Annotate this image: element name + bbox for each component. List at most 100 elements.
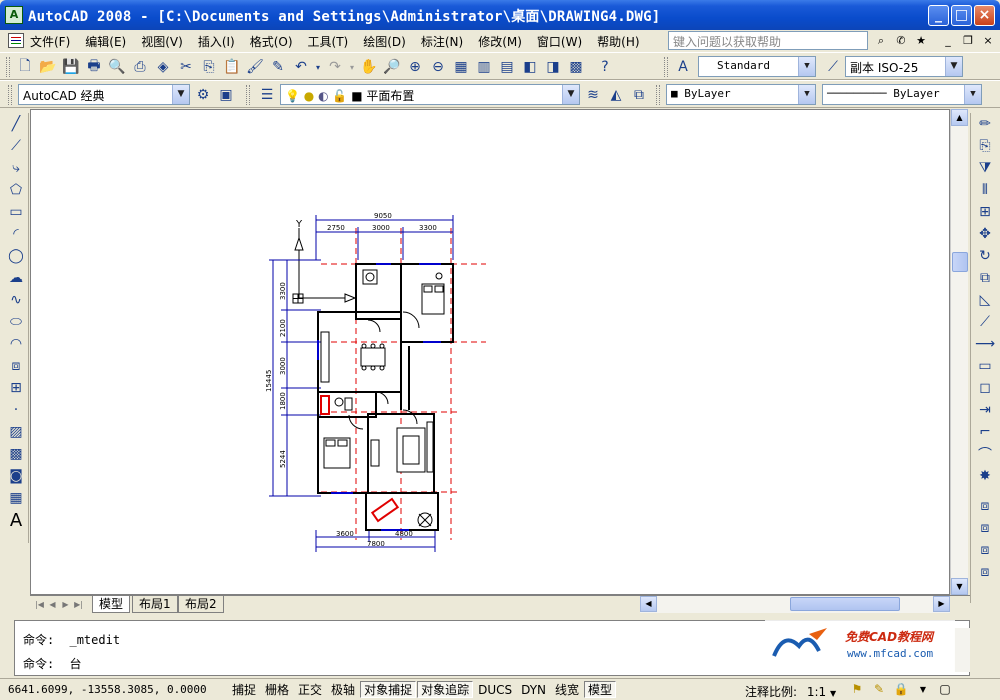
open-file-icon[interactable]: 📂 — [37, 56, 59, 78]
menu-item[interactable]: 插入(I) — [198, 33, 235, 50]
layer-previous-icon[interactable]: ◭ — [605, 84, 627, 106]
tool-palettes-icon[interactable]: ▤ — [496, 56, 518, 78]
auto-scale-icon[interactable]: ✎ — [870, 681, 888, 698]
layer-manager-icon[interactable]: ☰ — [256, 84, 278, 106]
menu-item[interactable]: 编辑(E) — [85, 33, 126, 50]
menu-item[interactable]: 文件(F) — [30, 33, 70, 50]
bring-above-icon[interactable]: ⧈ — [971, 539, 999, 561]
point-icon[interactable]: · — [3, 399, 29, 421]
toolbar-grip[interactable] — [8, 85, 12, 105]
next-tab-icon[interactable]: ▶ — [59, 598, 72, 611]
text-style-icon[interactable]: A — [672, 56, 694, 78]
print-preview-icon[interactable]: 🔍 — [106, 56, 128, 78]
status-toggle-button[interactable]: 捕捉 — [228, 681, 260, 698]
publish-icon[interactable]: ⎙ — [129, 56, 151, 78]
make-block-icon[interactable]: ⊞ — [3, 377, 29, 399]
toolbar-lock-icon[interactable]: 🔒 — [892, 681, 910, 698]
annotation-visibility-icon[interactable]: ⚑ — [848, 681, 866, 698]
color-select[interactable]: ■ ByLayer ▼ — [666, 84, 816, 105]
layer-select[interactable]: 💡 ● ◐ 🔓 ■ 平面布置 ▼ — [280, 84, 580, 105]
doc-restore-button[interactable]: ❐ — [960, 33, 976, 48]
workspace-select[interactable]: AutoCAD 经典 ▼ — [18, 84, 190, 105]
calculator-icon[interactable]: ▩ — [565, 56, 587, 78]
break-at-point-icon[interactable]: ▭ — [971, 355, 999, 377]
spline-icon[interactable]: ∿ — [3, 289, 29, 311]
tab-model[interactable]: 模型 — [92, 596, 131, 613]
3d-dwf-icon[interactable]: ◈ — [152, 56, 174, 78]
scroll-down-icon[interactable]: ▼ — [951, 578, 968, 595]
prev-tab-icon[interactable]: ◀ — [46, 598, 59, 611]
move-icon[interactable]: ✥ — [971, 223, 999, 245]
tab-layout1[interactable]: 布局1 — [132, 596, 178, 613]
status-toggle-button[interactable]: DUCS — [474, 681, 516, 698]
make-object-layer-current-icon[interactable]: ≋ — [582, 84, 604, 106]
break-icon[interactable]: ◻ — [971, 377, 999, 399]
chevron-down-icon[interactable]: ▼ — [798, 57, 815, 76]
block-editor-icon[interactable]: ✎ — [267, 56, 289, 78]
join-icon[interactable]: ⇥ — [971, 399, 999, 421]
redo-icon[interactable]: ↷ — [324, 56, 346, 78]
toolbar-grip[interactable] — [664, 57, 668, 77]
circle-icon[interactable]: ◯ — [3, 245, 29, 267]
menu-item[interactable]: 格式(O) — [250, 33, 293, 50]
linetype-select[interactable]: ───────── ByLayer ▼ — [822, 84, 982, 105]
menu-item[interactable]: 帮助(H) — [597, 33, 639, 50]
copy-object-icon[interactable]: ⎘ — [971, 135, 999, 157]
first-tab-icon[interactable]: |◀ — [33, 598, 46, 611]
document-icon[interactable] — [8, 33, 24, 48]
toolbar-grip[interactable] — [656, 85, 660, 105]
chamfer-icon[interactable]: ⌐ — [971, 421, 999, 443]
status-toggle-button[interactable]: DYN — [517, 681, 550, 698]
zoom-window-icon[interactable]: ⊕ — [404, 56, 426, 78]
extend-icon[interactable]: ⟶ — [971, 333, 999, 355]
insert-block-icon[interactable]: ⧈ — [3, 355, 29, 377]
rectangle-icon[interactable]: ▭ — [3, 201, 29, 223]
hatch-icon[interactable]: ▨ — [3, 421, 29, 443]
multiline-text-icon[interactable]: A — [3, 509, 29, 531]
copy-icon[interactable]: ⎘ — [198, 56, 220, 78]
toolbar-grip[interactable] — [246, 85, 250, 105]
chevron-down-icon[interactable]: ▼ — [964, 85, 981, 104]
menu-item[interactable]: 修改(M) — [478, 33, 522, 50]
menu-item[interactable]: 工具(T) — [308, 33, 349, 50]
chevron-down-icon[interactable]: ▼ — [172, 85, 189, 104]
doc-close-button[interactable]: × — [980, 33, 996, 48]
doc-minimize-button[interactable]: _ — [940, 33, 956, 48]
coordinates-readout[interactable]: 6641.6099, -13558.3085, 0.0000 — [8, 683, 207, 696]
last-tab-icon[interactable]: ▶| — [72, 598, 85, 611]
scrollbar-thumb[interactable] — [790, 597, 900, 611]
autocad-icon[interactable]: A — [5, 6, 23, 24]
status-toggle-button[interactable]: 栅格 — [261, 681, 293, 698]
workspace-settings-icon[interactable]: ⚙ — [192, 84, 214, 106]
scroll-up-icon[interactable]: ▲ — [951, 109, 968, 126]
chevron-down-icon[interactable]: ▼ — [830, 689, 836, 698]
status-toggle-button[interactable]: 模型 — [584, 681, 617, 698]
send-under-icon[interactable]: ⧈ — [971, 561, 999, 583]
search-icon[interactable]: ⌕ — [872, 32, 890, 50]
clean-screen-icon[interactable]: ▢ — [936, 681, 954, 698]
undo-icon[interactable]: ↶ — [290, 56, 312, 78]
my-workspace-icon[interactable]: ▣ — [215, 84, 237, 106]
array-icon[interactable]: ⊞ — [971, 201, 999, 223]
horizontal-scrollbar[interactable]: ◀ ▶ — [640, 596, 950, 613]
menu-item[interactable]: 视图(V) — [141, 33, 183, 50]
vertical-scrollbar[interactable]: ▲ ▼ — [950, 109, 968, 595]
maximize-button[interactable]: □ — [951, 5, 972, 26]
chevron-down-icon[interactable]: ▼ — [798, 85, 815, 104]
chevron-down-icon[interactable]: ▼ — [945, 57, 962, 76]
offset-icon[interactable]: ⫴ — [971, 179, 999, 201]
dim-style-icon[interactable]: ⟋ — [822, 56, 844, 78]
cut-icon[interactable]: ✂ — [175, 56, 197, 78]
annotation-scale[interactable]: 注释比例: 1:1 ▼ — [745, 683, 836, 700]
chevron-down-icon[interactable]: ▼ — [562, 85, 579, 104]
minimize-button[interactable]: _ — [928, 5, 949, 26]
zoom-realtime-icon[interactable]: 🔎 — [381, 56, 403, 78]
rotate-icon[interactable]: ↻ — [971, 245, 999, 267]
tab-layout2[interactable]: 布局2 — [178, 596, 224, 613]
scale-icon[interactable]: ⧉ — [971, 267, 999, 289]
draw-order-back-icon[interactable]: ⧈ — [971, 517, 999, 539]
close-button[interactable]: × — [974, 5, 995, 26]
command-scrollbar[interactable] — [954, 628, 970, 672]
menu-item[interactable]: 标注(N) — [421, 33, 463, 50]
arc-icon[interactable]: ◜ — [3, 223, 29, 245]
